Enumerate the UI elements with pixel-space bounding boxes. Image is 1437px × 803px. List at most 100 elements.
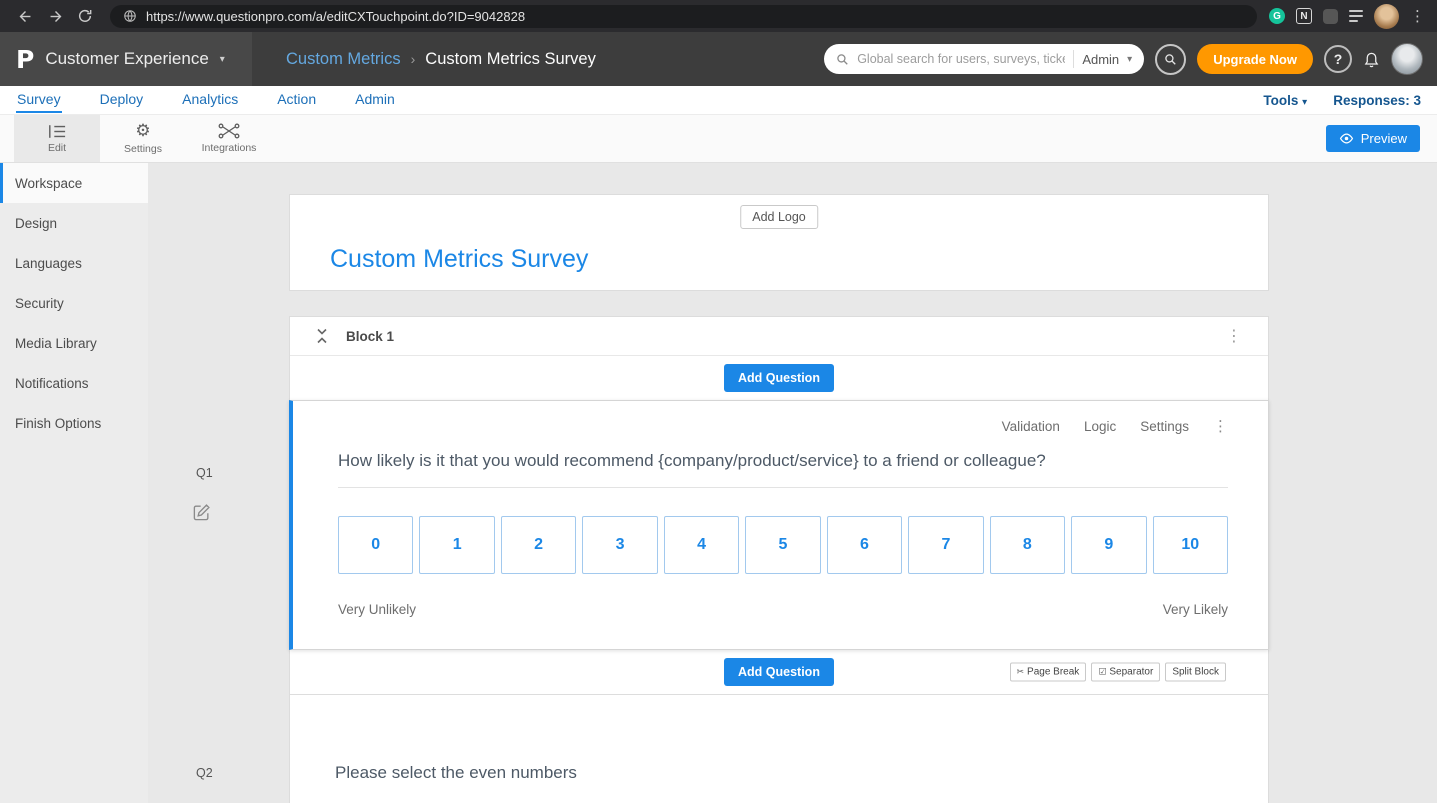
toolbar-settings-label: Settings <box>124 143 162 155</box>
nps-option-1[interactable]: 1 <box>419 516 494 574</box>
add-question-strip-top: Add Question <box>290 356 1268 400</box>
tools-dropdown[interactable]: Tools ▾ <box>1263 93 1307 108</box>
add-logo-button[interactable]: Add Logo <box>740 205 818 229</box>
gear-icon: ⚙ <box>135 123 150 140</box>
anchor-right-label: Very Likely <box>1163 602 1228 617</box>
nps-option-8[interactable]: 8 <box>990 516 1065 574</box>
browser-menu-icon[interactable]: ⋮ <box>1410 7 1425 25</box>
nps-anchor-labels: Very Unlikely Very Likely <box>338 602 1228 617</box>
add-question-button[interactable]: Add Question <box>724 364 834 392</box>
survey-toolbar: Edit ⚙ Settings Integrations Preview <box>0 115 1437 163</box>
sidebar-item-security[interactable]: Security <box>0 283 148 323</box>
url-text[interactable]: https://www.questionpro.com/a/editCXTouc… <box>146 9 525 24</box>
nps-option-5[interactable]: 5 <box>745 516 820 574</box>
nps-option-3[interactable]: 3 <box>582 516 657 574</box>
nps-option-9[interactable]: 9 <box>1071 516 1146 574</box>
browser-back-button[interactable] <box>10 2 40 30</box>
preview-button[interactable]: Preview <box>1326 125 1420 152</box>
nps-option-2[interactable]: 2 <box>501 516 576 574</box>
survey-header-card: Add Logo Custom Metrics Survey <box>289 194 1269 291</box>
search-submit-button[interactable] <box>1155 44 1186 75</box>
block-menu-icon[interactable]: ⋮ <box>1226 326 1242 346</box>
upgrade-now-button[interactable]: Upgrade Now <box>1197 44 1313 74</box>
tab-admin[interactable]: Admin <box>354 87 396 113</box>
question-menu-icon[interactable]: ⋮ <box>1213 417 1228 435</box>
add-question-button[interactable]: Add Question <box>724 658 834 686</box>
chevron-down-icon: ▾ <box>220 54 225 65</box>
tab-survey[interactable]: Survey <box>16 87 62 113</box>
notion-icon[interactable]: N <box>1296 8 1312 24</box>
nps-option-4[interactable]: 4 <box>664 516 739 574</box>
sidebar-item-workspace[interactable]: Workspace <box>0 163 148 203</box>
question-actions: Validation Logic Settings ⋮ <box>338 417 1228 435</box>
block-action-buttons: ✂Page Break ☑Separator Split Block <box>1005 663 1227 682</box>
sidebar-item-media-library[interactable]: Media Library <box>0 323 148 363</box>
validation-link[interactable]: Validation <box>1002 419 1060 434</box>
toolbar-edit[interactable]: Edit <box>14 115 100 162</box>
breadcrumb-parent[interactable]: Custom Metrics <box>286 50 401 69</box>
browser-profile-avatar[interactable] <box>1374 4 1399 29</box>
header-actions: Admin ▾ Upgrade Now ? <box>824 43 1437 75</box>
collapse-block-icon[interactable] <box>316 328 328 344</box>
nps-option-10[interactable]: 10 <box>1153 516 1228 574</box>
list-extension-icon[interactable] <box>1349 10 1363 22</box>
search-icon <box>836 53 849 66</box>
sidebar-item-design[interactable]: Design <box>0 203 148 243</box>
pencil-edit-icon <box>192 503 211 522</box>
nps-option-7[interactable]: 7 <box>908 516 983 574</box>
edit-list-icon <box>48 124 66 139</box>
search-scope-dropdown[interactable]: Admin <box>1082 52 1119 67</box>
browser-extensions: G N ⋮ <box>1269 4 1425 29</box>
main-nav: Survey Deploy Analytics Action Admin Too… <box>0 86 1437 115</box>
chevron-down-icon[interactable]: ▾ <box>1127 54 1132 65</box>
search-input[interactable] <box>857 52 1065 66</box>
settings-link[interactable]: Settings <box>1140 419 1189 434</box>
block-card: Block 1 ⋮ Add Question Validation Logic … <box>289 316 1269 803</box>
user-avatar[interactable] <box>1391 43 1423 75</box>
survey-title[interactable]: Custom Metrics Survey <box>330 245 588 274</box>
browser-chrome: https://www.questionpro.com/a/editCXTouc… <box>0 0 1437 32</box>
extension-icon[interactable] <box>1323 9 1338 24</box>
globe-icon[interactable] <box>123 9 137 23</box>
tab-deploy[interactable]: Deploy <box>99 87 145 113</box>
page-break-button[interactable]: ✂Page Break <box>1010 663 1087 682</box>
question2-text[interactable]: Please select the even numbers <box>335 763 1228 783</box>
sidebar-item-notifications[interactable]: Notifications <box>0 363 148 403</box>
logic-link[interactable]: Logic <box>1084 419 1116 434</box>
toolbar-integrations[interactable]: Integrations <box>186 115 272 162</box>
sidebar: Workspace Design Languages Security Medi… <box>0 163 148 803</box>
preview-button-label: Preview <box>1361 131 1407 146</box>
toolbar-edit-label: Edit <box>48 142 66 154</box>
global-search[interactable]: Admin ▾ <box>824 44 1144 74</box>
toolbar-settings[interactable]: ⚙ Settings <box>100 115 186 162</box>
forward-arrow-icon <box>47 8 64 25</box>
product-switcher[interactable]: P Customer Experience ▾ <box>0 32 252 86</box>
responses-count[interactable]: Responses: 3 <box>1333 93 1421 108</box>
grammarly-icon[interactable]: G <box>1269 8 1285 24</box>
split-block-button[interactable]: Split Block <box>1165 663 1226 682</box>
tab-analytics[interactable]: Analytics <box>181 87 239 113</box>
question1-code: Q1 <box>196 466 213 480</box>
separator-checkbox-icon: ☑ <box>1098 667 1106 677</box>
nps-option-0[interactable]: 0 <box>338 516 413 574</box>
survey-canvas: Q1 Q2 Add Logo Custom Metrics Survey Blo… <box>148 163 1437 803</box>
question1-text[interactable]: How likely is it that you would recommen… <box>338 451 1228 488</box>
browser-forward-button[interactable] <box>40 2 70 30</box>
address-bar[interactable]: https://www.questionpro.com/a/editCXTouc… <box>110 5 1257 28</box>
separator-button[interactable]: ☑Separator <box>1091 663 1160 682</box>
toolbar-integrations-label: Integrations <box>202 142 257 154</box>
url-id-highlight: ID=9042828 <box>454 9 525 24</box>
edit-question-button[interactable] <box>192 503 211 522</box>
tab-action[interactable]: Action <box>276 87 317 113</box>
product-name: Customer Experience <box>45 49 208 69</box>
sidebar-item-finish-options[interactable]: Finish Options <box>0 403 148 443</box>
notifications-bell-icon[interactable] <box>1363 50 1380 68</box>
help-button[interactable]: ? <box>1324 45 1352 73</box>
browser-refresh-button[interactable] <box>70 2 100 30</box>
sidebar-item-languages[interactable]: Languages <box>0 243 148 283</box>
nps-option-6[interactable]: 6 <box>827 516 902 574</box>
eye-icon <box>1339 133 1354 144</box>
app-header: P Customer Experience ▾ Custom Metrics ›… <box>0 32 1437 86</box>
content: Workspace Design Languages Security Medi… <box>0 163 1437 803</box>
block-name[interactable]: Block 1 <box>346 329 394 344</box>
